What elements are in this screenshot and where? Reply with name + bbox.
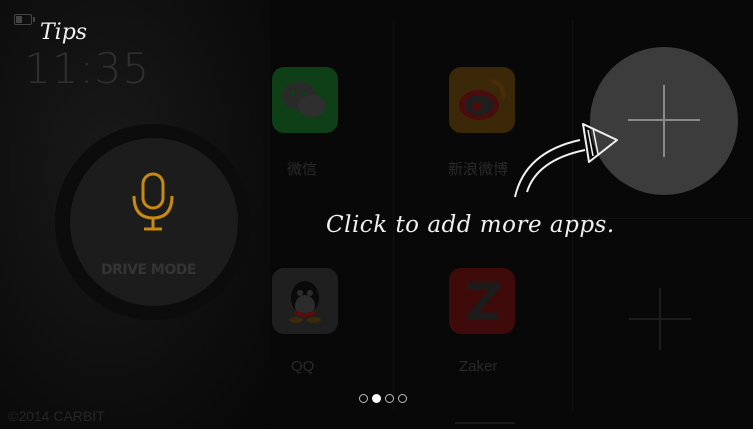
app-label: QQ — [291, 358, 315, 375]
scroll-indicator — [455, 422, 515, 424]
copyright-text: ©2014 CARBIT — [8, 408, 105, 424]
tips-message: Click to add more apps. — [326, 212, 615, 238]
app-label: 微信 — [287, 161, 318, 178]
page-dot-active[interactable] — [372, 394, 381, 403]
add-app-button-secondary[interactable] — [625, 284, 695, 354]
page-dot[interactable] — [385, 394, 394, 403]
page-dot[interactable] — [359, 394, 368, 403]
app-label: 新浪微博 — [448, 161, 509, 178]
wechat-icon — [272, 67, 338, 133]
qq-icon — [272, 268, 338, 334]
page-dot[interactable] — [398, 394, 407, 403]
app-label: Zaker — [459, 358, 498, 375]
hint-arrow-icon — [514, 123, 618, 198]
battery-icon — [14, 14, 35, 25]
page-indicator — [359, 394, 407, 403]
launcher-screen: 11:35 DRIVE MODE ©2014 CARBIT 微信 新浪微博 QQ… — [0, 0, 753, 429]
zaker-icon — [449, 268, 515, 334]
clock-time: 11:35 — [24, 44, 151, 93]
tips-title: Tips — [40, 20, 88, 45]
microphone-icon — [132, 172, 174, 231]
drive-mode-label: DRIVE MODE — [101, 262, 196, 278]
